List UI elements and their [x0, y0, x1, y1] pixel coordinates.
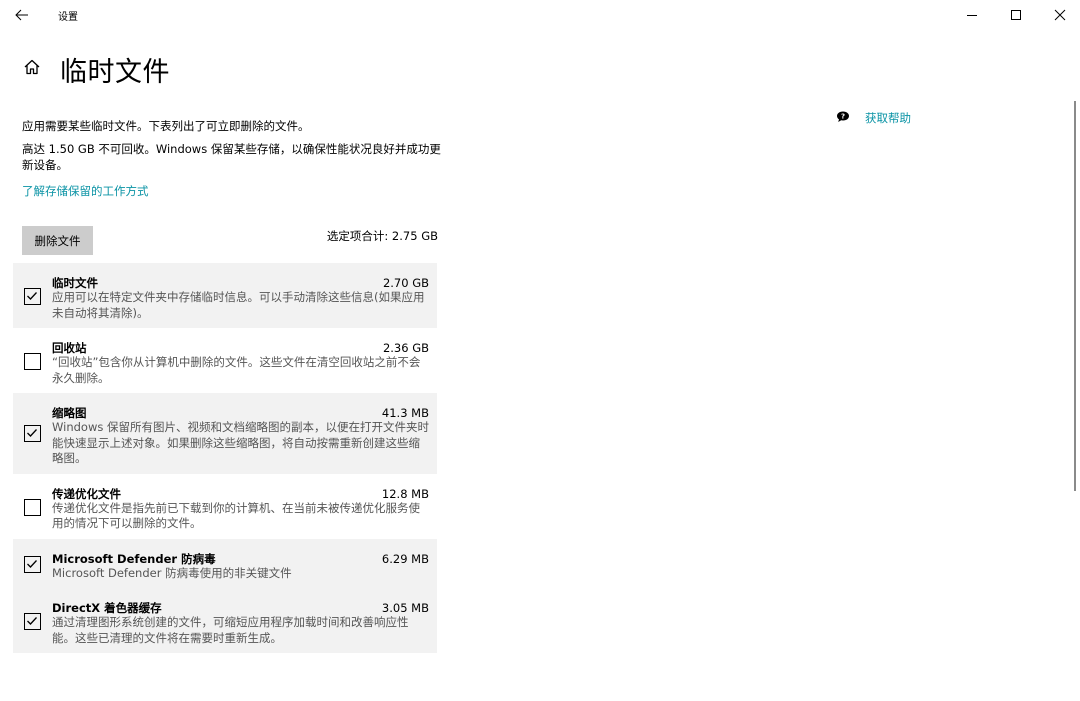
checkbox[interactable] [24, 425, 41, 442]
checkbox[interactable] [24, 613, 41, 630]
checkbox[interactable] [24, 498, 41, 516]
checkbox[interactable] [24, 353, 41, 370]
checkmark-icon [27, 429, 37, 437]
window-title: 设置 [58, 12, 78, 23]
item-size: 2.36 GB [382, 341, 429, 355]
item-size: 2.70 GB [382, 276, 429, 290]
checkmark-icon [27, 617, 37, 625]
learn-reserved-storage-link[interactable]: 了解存储保留的工作方式 [22, 183, 149, 199]
maximize-icon [1011, 10, 1021, 20]
close-icon [1054, 9, 1066, 21]
svg-text:?: ? [841, 112, 845, 120]
item-description: 传递优化文件是指先前已下载到你的计算机、在当前未被传递优化服务使用的情况下可以删… [52, 500, 420, 531]
item-description: 应用可以在特定文件夹中存储临时信息。可以手动清除这些信息(如果应用未自动将其清除… [52, 290, 425, 320]
item-size: 41.3 MB [381, 406, 429, 420]
home-icon [24, 59, 40, 75]
minimize-button[interactable] [958, 4, 986, 26]
title-bar: 设置 [0, 0, 1080, 32]
back-arrow-icon [15, 9, 28, 21]
checkmark-icon [27, 559, 37, 568]
delete-files-button[interactable]: 删除文件 [22, 226, 93, 255]
item-description: 通过清理图形系统创建的文件，可缩短应用程序加载时间和改善响应性能。这些已清理的文… [52, 615, 409, 645]
checkmark-icon [27, 292, 37, 300]
file-item-thumbnails[interactable]: 缩略图 41.3 MB Windows 保留所有图片、视频和文档缩略图的副本，以… [13, 393, 437, 474]
file-item-defender[interactable]: Microsoft Defender 防病毒 6.29 MB Microsoft… [13, 538, 437, 588]
item-description: “回收站”包含你从计算机中删除的文件。这些文件在清空回收站之前不会永久删除。 [52, 355, 421, 385]
selected-total: 选定项合计: 2.75 GB [326, 229, 438, 243]
file-item-temp-files[interactable]: 临时文件 2.70 GB 应用可以在特定文件夹中存储临时信息。可以手动清除这些信… [13, 263, 437, 328]
item-name: 回收站 [52, 341, 87, 355]
item-name: DirectX 着色器缓存 [52, 601, 162, 615]
checkbox[interactable] [24, 555, 41, 573]
item-name: Microsoft Defender 防病毒 [52, 551, 216, 566]
item-description: Microsoft Defender 防病毒使用的非关键文件 [52, 565, 292, 580]
page-title: 临时文件 [60, 57, 170, 88]
file-item-directx-shader-cache[interactable]: DirectX 着色器缓存 3.05 MB 通过清理图形系统创建的文件，可缩短应… [13, 588, 437, 653]
intro-text: 应用需要某些临时文件。下表列出了可立即删除的文件。 [22, 119, 310, 133]
item-size: 12.8 MB [381, 486, 429, 501]
get-help-link[interactable]: 获取帮助 [865, 110, 911, 126]
close-button[interactable] [1046, 4, 1074, 26]
maximize-button[interactable] [1002, 4, 1030, 26]
item-name: 缩略图 [52, 406, 87, 420]
item-size: 6.29 MB [381, 551, 429, 566]
temp-file-list: 临时文件 2.70 GB 应用可以在特定文件夹中存储临时信息。可以手动清除这些信… [13, 263, 437, 653]
item-description: Windows 保留所有图片、视频和文档缩略图的副本，以便在打开文件夹时能快速显… [52, 420, 429, 465]
checkbox[interactable] [24, 288, 41, 305]
help-chat-icon: ? [837, 111, 849, 122]
item-name: 临时文件 [52, 276, 98, 290]
reserved-storage-text: 高达 1.50 GB 不可回收。Windows 保留某些存储，以确保性能状况良好… [22, 142, 441, 172]
file-item-delivery-optimization[interactable]: 传递优化文件 12.8 MB 传递优化文件是指先前已下载到你的计算机、在当前未被… [13, 474, 437, 539]
item-name: 传递优化文件 [52, 486, 121, 501]
minimize-icon [967, 15, 977, 16]
back-button[interactable] [12, 5, 32, 25]
file-item-recycle-bin[interactable]: 回收站 2.36 GB “回收站”包含你从计算机中删除的文件。这些文件在清空回收… [13, 328, 437, 393]
item-size: 3.05 MB [381, 601, 429, 615]
scrollbar[interactable] [1074, 101, 1076, 491]
